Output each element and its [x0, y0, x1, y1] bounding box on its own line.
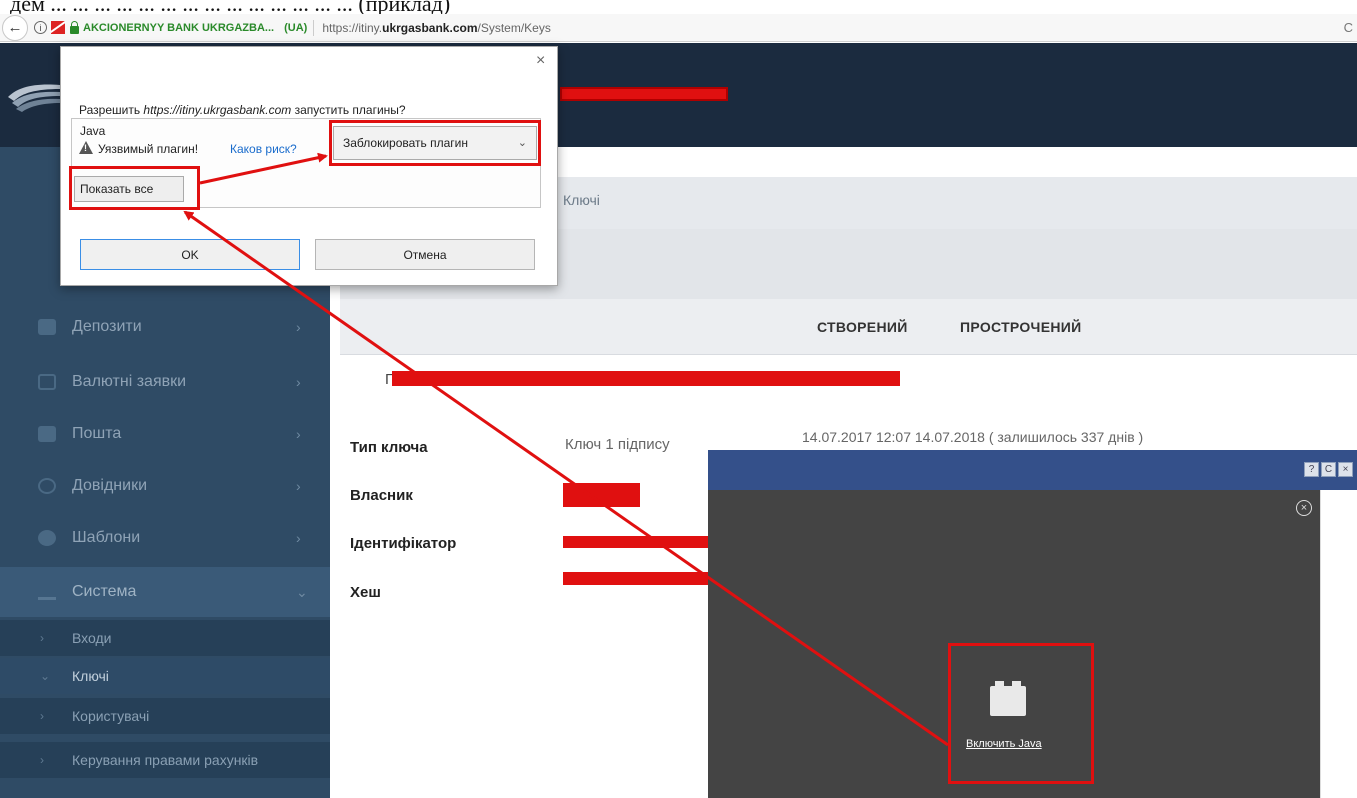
back-arrow-icon[interactable]: ← — [2, 14, 28, 41]
sidebar-item-system[interactable]: Система ⌄ — [0, 567, 330, 617]
redacted-identifier — [563, 536, 708, 548]
close-icon[interactable]: × — [1338, 462, 1353, 477]
sidebar-item-label: Довідники — [72, 477, 148, 494]
url-domain: ukrgasbank.com — [382, 20, 478, 35]
site-identity: AKCIONERNYY BANK UKRGAZBA... — [83, 21, 275, 34]
close-icon[interactable]: × — [536, 52, 545, 70]
plugin-name: Java — [80, 124, 106, 138]
url-path: /System/Keys — [477, 20, 551, 35]
reload-icon[interactable]: C — [1344, 20, 1353, 35]
sidebar-item-label: Шаблони — [72, 529, 141, 546]
java-panel-side — [1320, 490, 1357, 798]
highlight-plugin-select — [329, 120, 541, 166]
url-field[interactable]: https://itiny.ukrgasbank.com/System/Keys — [322, 21, 551, 35]
sidebar-item-label: Валютні заявки — [72, 373, 187, 390]
highlight-enable-java — [948, 643, 1094, 784]
chevron-right-icon: › — [296, 319, 301, 335]
chevron-right-icon: › — [296, 426, 301, 442]
question-site: https://itiny.ukrgasbank.com — [143, 103, 292, 117]
key-validity-dates: 14.07.2017 12:07 14.07.2018 ( залишилось… — [802, 429, 1144, 445]
chevron-right-icon: › — [40, 709, 44, 723]
info-icon[interactable]: i — [34, 21, 47, 34]
bank-logo — [8, 84, 60, 112]
sidebar-item-label: Депозити — [72, 318, 142, 335]
deposit-icon — [38, 319, 56, 335]
warning-icon: ! — [79, 141, 93, 154]
sidebar-subitem-logins[interactable]: › Входи — [0, 620, 330, 656]
sidebar-item-label: Пошта — [72, 425, 122, 442]
breadcrumb-current[interactable]: Ключі — [563, 192, 600, 208]
redacted-key-name — [392, 371, 900, 386]
lock-icon — [70, 20, 79, 34]
sidebar-item-deposits[interactable]: Депозити › — [0, 302, 330, 352]
risk-link[interactable]: Каков риск? — [230, 142, 297, 156]
java-panel-titlebar: ? C × — [708, 450, 1357, 490]
templates-icon — [38, 530, 56, 546]
site-country: (UA) — [284, 21, 308, 34]
chevron-right-icon: › — [296, 478, 301, 494]
document-text-fragment: дем ... ... ... ... ... ... ... ... ... … — [0, 0, 1357, 14]
sidebar-subitem-account-rights[interactable]: › Керування правами рахунків — [0, 742, 330, 778]
cancel-button[interactable]: Отмена — [315, 239, 535, 270]
url-prefix: https://itiny. — [322, 20, 383, 35]
system-icon — [38, 584, 56, 600]
sidebar-subitem-label: Користувачі — [72, 708, 150, 724]
tab-expired[interactable]: ПРОСТРОЧЕНИЙ — [960, 319, 1081, 335]
sidebar-item-currency-requests[interactable]: Валютні заявки › — [0, 357, 330, 407]
close-circle-icon[interactable]: × — [1296, 500, 1312, 516]
sidebar-subitem-keys[interactable]: ⌄ Ключі — [0, 658, 330, 694]
sidebar-item-mail[interactable]: Пошта › — [0, 409, 330, 459]
sidebar-item-templates[interactable]: Шаблони › — [0, 513, 330, 563]
redacted-owner — [563, 483, 640, 507]
url-separator — [313, 19, 315, 36]
highlight-show-all — [69, 166, 200, 210]
sidebar-subitem-users[interactable]: › Користувачі — [0, 698, 330, 734]
sidebar-subitem-label: Керування правами рахунків — [72, 752, 259, 768]
help-icon[interactable]: ? — [1304, 462, 1319, 477]
plugin-question: Разрешить https://itiny.ukrgasbank.com з… — [79, 103, 406, 117]
chevron-right-icon: › — [40, 753, 44, 767]
sidebar-subitem-label: Ключі — [72, 668, 109, 684]
redacted-hash — [563, 572, 708, 585]
ok-button[interactable]: OK — [80, 239, 300, 270]
field-value-key-type: Ключ 1 підпису — [565, 436, 670, 453]
tab-created[interactable]: СТВОРЕНИЙ — [817, 319, 908, 335]
sidebar-item-directories[interactable]: Довідники › — [0, 461, 330, 511]
question-prefix: Разрешить — [79, 103, 144, 117]
sidebar-item-label: Система — [72, 583, 137, 600]
field-label-key-type: Тип ключа — [350, 439, 428, 456]
question-suffix: запустить плагины? — [291, 103, 406, 117]
chevron-right-icon: › — [296, 530, 301, 546]
vulnerable-plugin-text: Уязвимый плагин! — [98, 142, 199, 156]
redacted-user-name — [560, 87, 728, 101]
field-label-owner: Власник — [350, 487, 413, 504]
chevron-right-icon: › — [296, 374, 301, 390]
info-circle-icon — [38, 478, 56, 494]
field-label-hash: Хеш — [350, 584, 381, 601]
chevron-down-icon: ⌄ — [40, 669, 51, 683]
chevron-down-icon: ⌄ — [296, 583, 308, 600]
chevron-right-icon: › — [40, 631, 44, 645]
sidebar-subitem-label: Входи — [72, 630, 112, 646]
mail-icon — [38, 426, 56, 442]
browser-address-bar: ← i AKCIONERNYY BANK UKRGAZBA... (UA) ht… — [0, 14, 1357, 42]
field-label-identifier: Ідентифікатор — [350, 535, 457, 552]
refresh-icon[interactable]: C — [1321, 462, 1336, 477]
currency-request-icon — [38, 374, 56, 390]
plugin-blocked-icon[interactable] — [51, 21, 65, 34]
document-text: дем ... ... ... ... ... ... ... ... ... … — [10, 0, 451, 14]
